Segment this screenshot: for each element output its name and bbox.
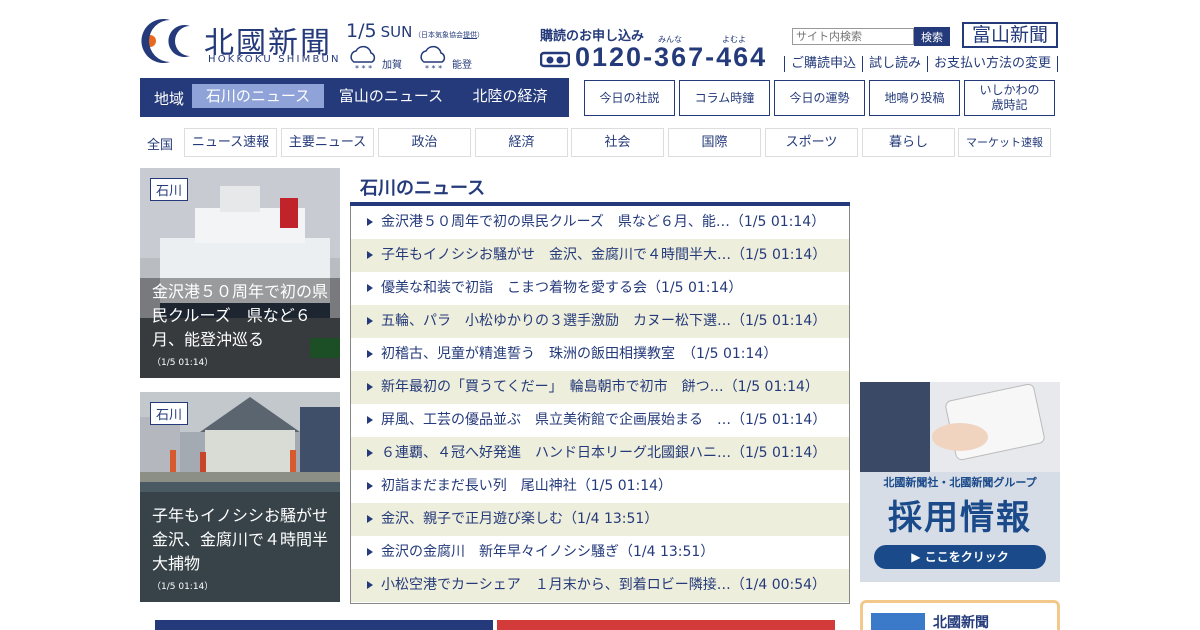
svg-text:* * *: * * * — [425, 64, 442, 73]
category-nav-label: 全国 — [147, 138, 174, 153]
arrow-right-icon — [367, 317, 373, 325]
category-international[interactable]: 国際 — [668, 128, 761, 157]
feature-region-tag: 石川 — [150, 178, 189, 201]
site-logo[interactable]: 北國新聞 HOKKOKU SHIMBUN — [140, 16, 340, 66]
arrow-right-icon — [367, 548, 373, 556]
svg-text:* * *: * * * — [355, 64, 372, 73]
cloud-snow-icon: * * * — [420, 45, 446, 73]
day-of-week: SUN — [380, 23, 413, 41]
arrow-right-icon — [367, 482, 373, 490]
arrow-right-icon — [367, 251, 373, 259]
weather-area-label: 加賀 — [382, 60, 402, 71]
region-nav: 地域 石川のニュース 富山のニュース 北陸の経済 — [140, 78, 569, 117]
news-item[interactable]: 屏風、工芸の優品並ぶ 県立美術館で企画展始まる …（1/5 01:14） — [351, 404, 849, 437]
news-item[interactable]: 初稽古、児童が精進誓う 珠洲の飯田相撲教室 （1/5 01:14） — [351, 338, 849, 371]
date-display: 1/5 SUN — [346, 20, 412, 42]
region-nav-label: 地域 — [154, 90, 185, 108]
weather-credit: （日本気象協会提供） — [414, 31, 484, 39]
search-input[interactable] — [792, 28, 914, 45]
news-item[interactable]: 初詣まだまだ長い列 尾山神社（1/5 01:14） — [351, 470, 849, 503]
bottom-banner-right[interactable] — [497, 620, 835, 630]
news-item[interactable]: 優美な和装で初詣 こまつ着物を愛する会（1/5 01:14） — [351, 272, 849, 305]
recruitment-ad-banner[interactable]: 北國新聞社・北國新聞グループ 採用情報 ▶ ここをクリック — [860, 382, 1060, 582]
news-item[interactable]: 小松空港でカーシェア １月末から、到着ロビー隣接…（1/4 00:54） — [351, 569, 849, 602]
feature-caption: 金沢港５０周年で初の県民クルーズ 県など６月、能登沖巡る — [152, 282, 329, 349]
news-item[interactable]: 金沢、親子で正月遊び楽しむ（1/4 13:51） — [351, 503, 849, 536]
editorial-button[interactable]: 今日の社説 — [584, 80, 675, 116]
feature-caption: 子年もイノシシお騒がせ 金沢、金腐川で４時間半大捕物 — [152, 506, 340, 573]
arrow-right-icon — [367, 350, 373, 358]
news-list: 金沢港５０周年で初の県民クルーズ 県など６月、能…（1/5 01:14） 子年も… — [350, 206, 850, 604]
news-item[interactable]: 子年もイノシシお騒がせ 金沢、金腐川で４時間半大…（1/5 01:14） — [351, 239, 849, 272]
arrow-right-icon — [367, 218, 373, 226]
feature-timestamp: （1/5 01:14） — [152, 358, 214, 368]
feature-card[interactable]: 石川 子年もイノシシお騒がせ 金沢、金腐川で４時間半大捕物 （1/5 01:14… — [140, 392, 340, 602]
category-politics[interactable]: 政治 — [378, 128, 471, 157]
category-market-news[interactable]: マーケット速報 — [958, 128, 1051, 157]
category-sports[interactable]: スポーツ — [765, 128, 858, 157]
logo-roman: HOKKOKU SHIMBUN — [208, 54, 341, 65]
arrow-right-icon — [367, 416, 373, 424]
ad-headline: 採用情報 — [888, 498, 1032, 538]
category-living[interactable]: 暮らし — [862, 128, 955, 157]
column-jisho-button[interactable]: コラム時鐘 — [679, 80, 770, 116]
arrow-right-icon — [367, 383, 373, 391]
news-item[interactable]: 新年最初の「買うてくだー」 輪島朝市で初市 餅つ…（1/5 01:14） — [351, 371, 849, 404]
link-trial[interactable]: 試し読み — [862, 56, 927, 72]
promo-text: 北國新聞 — [933, 615, 989, 630]
search-button[interactable]: 検索 — [914, 27, 950, 46]
phone-number: 0120-367-464 — [575, 42, 768, 72]
logo-mark-icon — [141, 19, 190, 63]
tab-toyama-news[interactable]: 富山のニュース — [326, 84, 456, 108]
cloud-snow-icon: * * * — [350, 45, 376, 73]
reader-post-button[interactable]: 地鳴り投稿 — [869, 80, 960, 116]
link-subscribe[interactable]: ご購読申込 — [784, 56, 862, 72]
freedial-icon — [540, 51, 570, 68]
ad-photo-hand-tablet — [860, 382, 1060, 472]
tab-ishikawa-news[interactable]: 石川のニュース — [192, 84, 324, 108]
category-top-news[interactable]: 主要ニュース — [281, 128, 374, 157]
feature-region-tag: 石川 — [150, 402, 189, 425]
date-text: 1/5 — [346, 20, 377, 42]
feature-card[interactable]: 石川 金沢港５０周年で初の県民クルーズ 県など６月、能登沖巡る （1/5 01:… — [140, 168, 340, 378]
news-item[interactable]: 金沢港５０周年で初の県民クルーズ 県など６月、能…（1/5 01:14） — [351, 206, 849, 239]
promo-logo-icon — [871, 613, 925, 630]
news-item[interactable]: ６連覇、４冠へ好発進 ハンド日本リーグ北國銀ハニ…（1/5 01:14） — [351, 437, 849, 470]
weather-area-label: 能登 — [452, 60, 472, 71]
bottom-banner-left[interactable] — [155, 620, 493, 630]
arrow-right-icon — [367, 515, 373, 523]
arrow-right-icon — [367, 449, 373, 457]
category-society[interactable]: 社会 — [571, 128, 664, 157]
link-payment-change[interactable]: お支払い方法の変更 — [927, 56, 1059, 72]
arrow-right-icon — [367, 581, 373, 589]
category-economy[interactable]: 経済 — [475, 128, 568, 157]
feature-timestamp: （1/5 01:14） — [152, 582, 214, 592]
news-item[interactable]: 金沢の金腐川 新年早々イノシシ騒ぎ（1/4 13:51） — [351, 536, 849, 569]
ad-company-line: 北國新聞社・北國新聞グループ — [883, 476, 1037, 489]
ishikawa-seasons-button[interactable]: いしかわの 歳時記 — [964, 80, 1055, 116]
subscription-links: ご購読申込 試し読み お支払い方法の変更 — [784, 56, 1059, 72]
arrow-right-icon — [367, 284, 373, 292]
tab-hokuriku-economy[interactable]: 北陸の経済 — [458, 84, 562, 108]
ad-click-button[interactable]: ▶ ここをクリック — [874, 545, 1046, 569]
promo-box[interactable]: 北國新聞 — [860, 600, 1060, 630]
category-breaking-news[interactable]: ニュース速報 — [184, 128, 277, 157]
news-section-title: 石川のニュース — [360, 178, 486, 199]
horoscope-button[interactable]: 今日の運勢 — [774, 80, 865, 116]
toyama-shimbun-button[interactable]: 富山新聞 — [962, 22, 1058, 48]
weather-credit-link[interactable]: 提供 — [463, 31, 477, 39]
news-item[interactable]: 五輪、パラ 小松ゆかりの３選手激励 カヌー松下選…（1/5 01:14） — [351, 305, 849, 338]
